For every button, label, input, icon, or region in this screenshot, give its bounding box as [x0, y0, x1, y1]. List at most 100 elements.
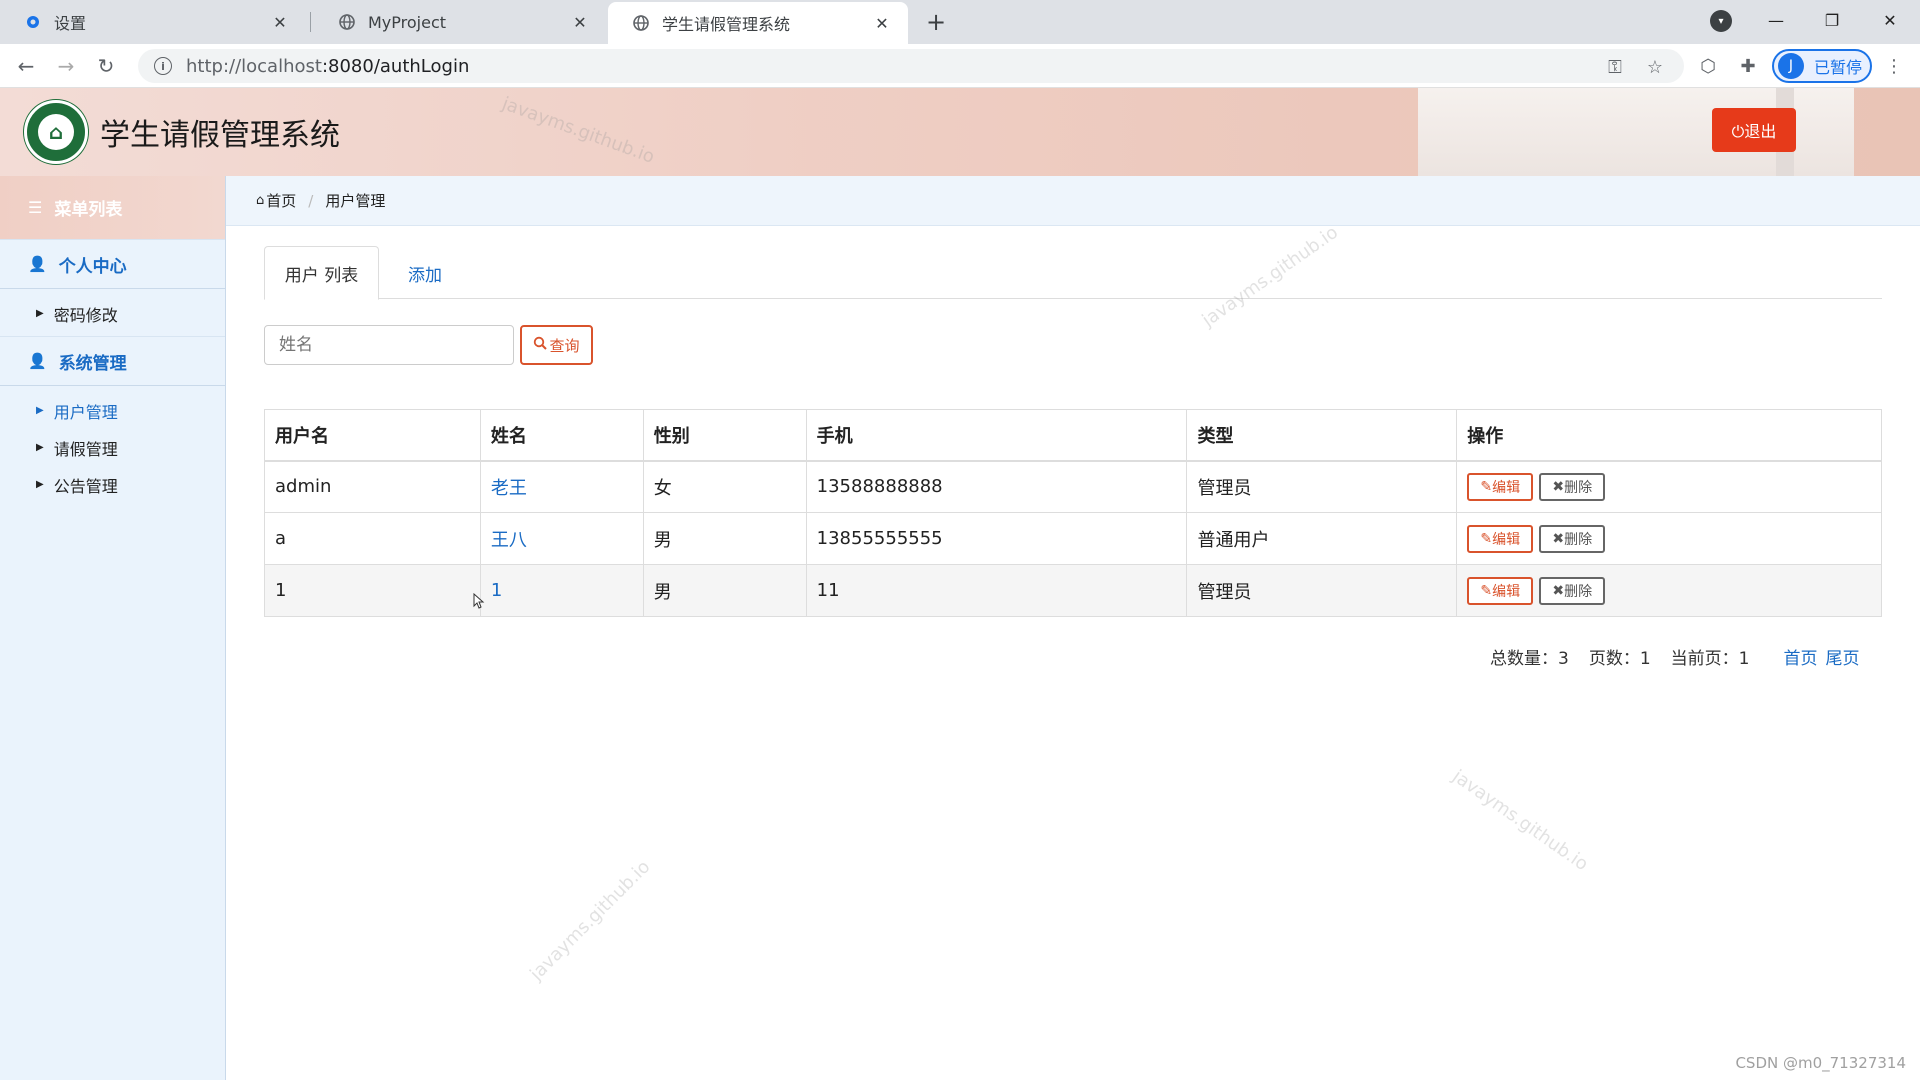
puzzle-icon[interactable]: ✚	[1736, 54, 1760, 78]
star-icon[interactable]: ☆	[1644, 56, 1666, 78]
name-link[interactable]: 老王	[491, 478, 527, 499]
forward-button[interactable]: →	[52, 52, 80, 80]
column-header: 类型	[1186, 409, 1458, 462]
browser-tab-settings[interactable]: 设置 ✕	[0, 0, 306, 44]
watermark: javayms.github.io	[1448, 765, 1592, 876]
cell-name: 老王	[479, 460, 644, 513]
column-header: 性别	[642, 409, 807, 462]
delete-button[interactable]: ✖ 删除	[1539, 524, 1606, 553]
close-icon[interactable]: ✕	[270, 12, 290, 32]
sidebar: ☰ 菜单列表 👤 个人中心 ▶ 密码修改 👤 系统管理 ▶ 用户管理 ▶ 请假管…	[0, 176, 226, 1080]
sidebar-item-leave[interactable]: ▶ 请假管理	[0, 429, 225, 466]
x-icon: ✖	[1552, 582, 1565, 599]
cell-username: 1	[264, 564, 481, 617]
delete-button[interactable]: ✖ 删除	[1539, 472, 1606, 501]
caret-right-icon: ▶	[36, 479, 44, 490]
name-link[interactable]: 王八	[491, 530, 527, 551]
sidebar-group-personal[interactable]: 👤 个人中心	[0, 239, 225, 289]
new-tab-button[interactable]: +	[922, 8, 950, 36]
pencil-icon: ✎	[1480, 582, 1493, 599]
delete-button[interactable]: ✖ 删除	[1539, 576, 1606, 605]
tab-title: 设置	[54, 14, 87, 33]
url-text: http://localhost:8080/authLogin	[186, 55, 470, 77]
reload-button[interactable]: ↻	[92, 52, 120, 80]
table-header-row: 用户名 姓名 性别 手机 类型 操作	[264, 409, 1882, 462]
tab-user-list[interactable]: 用户 列表	[264, 246, 379, 300]
more-menu-icon[interactable]: ⋮	[1882, 54, 1906, 78]
cell-actions: ✎ 编辑 ✖ 删除	[1456, 460, 1882, 513]
school-logo: ⌂	[24, 100, 88, 164]
x-icon: ✖	[1552, 478, 1565, 495]
close-icon[interactable]: ✕	[872, 13, 892, 33]
cell-name: 1	[479, 564, 644, 617]
name-search-input[interactable]	[264, 325, 514, 365]
tab-title: 学生请假管理系统	[662, 15, 791, 34]
last-page-link[interactable]: 尾页	[1825, 644, 1859, 669]
logout-button[interactable]: ⏻退出	[1712, 108, 1796, 152]
table-row: a 王八 男 13855555555 普通用户 ✎ 编辑 ✖ 删除	[264, 512, 1882, 565]
minimize-button[interactable]: —	[1752, 0, 1800, 40]
breadcrumb-home[interactable]: 首页	[266, 190, 296, 211]
cell-type: 管理员	[1186, 460, 1458, 513]
back-button[interactable]: ←	[12, 52, 40, 80]
cell-name: 王八	[479, 512, 644, 565]
pencil-icon: ✎	[1480, 530, 1493, 547]
cell-type: 普通用户	[1186, 512, 1458, 565]
restore-button[interactable]: ❐	[1808, 0, 1856, 40]
user-table: 用户名 姓名 性别 手机 类型 操作 admin 老王 女 1358888888…	[264, 409, 1882, 617]
home-icon: ⌂	[256, 193, 265, 208]
browser-tab-leave-system[interactable]: 学生请假管理系统 ✕	[608, 2, 908, 44]
cell-gender: 女	[642, 460, 807, 513]
search-button[interactable]: 查询	[520, 325, 593, 365]
cell-username: a	[264, 512, 481, 565]
profile-status: 已暂停	[1814, 58, 1863, 77]
x-icon: ✖	[1552, 530, 1565, 547]
avatar: J	[1778, 53, 1804, 79]
browser-tab-strip: 设置 ✕ MyProject ✕ 学生请假管理系统 ✕ + ▾ — ❐ ✕	[0, 0, 1920, 44]
sidebar-item-users[interactable]: ▶ 用户管理	[0, 392, 225, 429]
close-window-button[interactable]: ✕	[1866, 0, 1914, 40]
sidebar-item-label: 用户管理	[53, 402, 118, 422]
tab-title: MyProject	[368, 12, 447, 32]
cell-actions: ✎ 编辑 ✖ 删除	[1456, 512, 1882, 565]
cell-gender: 男	[642, 512, 807, 565]
current-page: 当前页：1	[1670, 648, 1750, 669]
tab-add[interactable]: 添加	[379, 246, 471, 300]
key-icon[interactable]: ⚿	[1604, 56, 1626, 78]
address-bar[interactable]: i http://localhost:8080/authLogin ⚿ ☆	[138, 49, 1684, 83]
edit-button[interactable]: ✎ 编辑	[1467, 576, 1534, 605]
sidebar-group-label: 个人中心	[58, 256, 127, 277]
pencil-icon: ✎	[1480, 478, 1493, 495]
edit-button[interactable]: ✎ 编辑	[1467, 472, 1534, 501]
cell-actions: ✎ 编辑 ✖ 删除	[1456, 564, 1882, 617]
globe-icon	[338, 13, 356, 31]
caret-right-icon: ▶	[36, 308, 44, 319]
first-page-link[interactable]: 首页	[1783, 644, 1817, 669]
profile-button[interactable]: J 已暂停	[1772, 49, 1872, 83]
caret-right-icon: ▶	[36, 442, 44, 453]
column-header: 操作	[1456, 409, 1882, 462]
sidebar-item-password[interactable]: ▶ 密码修改	[0, 295, 225, 332]
sidebar-item-label: 公告管理	[53, 476, 118, 496]
breadcrumb-current: 用户管理	[325, 192, 386, 210]
edit-button[interactable]: ✎ 编辑	[1467, 524, 1534, 553]
sidebar-item-label: 请假管理	[53, 439, 118, 459]
browser-tab-myproject[interactable]: MyProject ✕	[314, 0, 606, 44]
extension-icon[interactable]: ⬡	[1696, 54, 1720, 78]
sidebar-item-notice[interactable]: ▶ 公告管理	[0, 466, 225, 503]
sidebar-item-label: 密码修改	[53, 305, 118, 325]
sidebar-group-system[interactable]: 👤 系统管理	[0, 336, 225, 386]
tab-search-icon[interactable]: ▾	[1710, 10, 1732, 32]
table-row: admin 老王 女 13588888888 管理员 ✎ 编辑 ✖ 删除	[264, 460, 1882, 513]
watermark: javayms.github.io	[526, 856, 655, 985]
table-row: 1 1 男 11 管理员 ✎ 编辑 ✖ 删除	[264, 564, 1882, 617]
menu-title: 菜单列表	[54, 200, 123, 220]
name-link[interactable]: 1	[491, 580, 502, 601]
user-icon: 👤	[28, 352, 47, 370]
close-icon[interactable]: ✕	[570, 12, 590, 32]
app-header: ⌂ 学生请假管理系统 ⏻退出	[0, 88, 1920, 176]
globe-icon	[632, 14, 650, 32]
cell-phone: 11	[805, 564, 1188, 617]
info-icon[interactable]: i	[154, 57, 172, 75]
menu-header: ☰ 菜单列表	[0, 176, 225, 239]
